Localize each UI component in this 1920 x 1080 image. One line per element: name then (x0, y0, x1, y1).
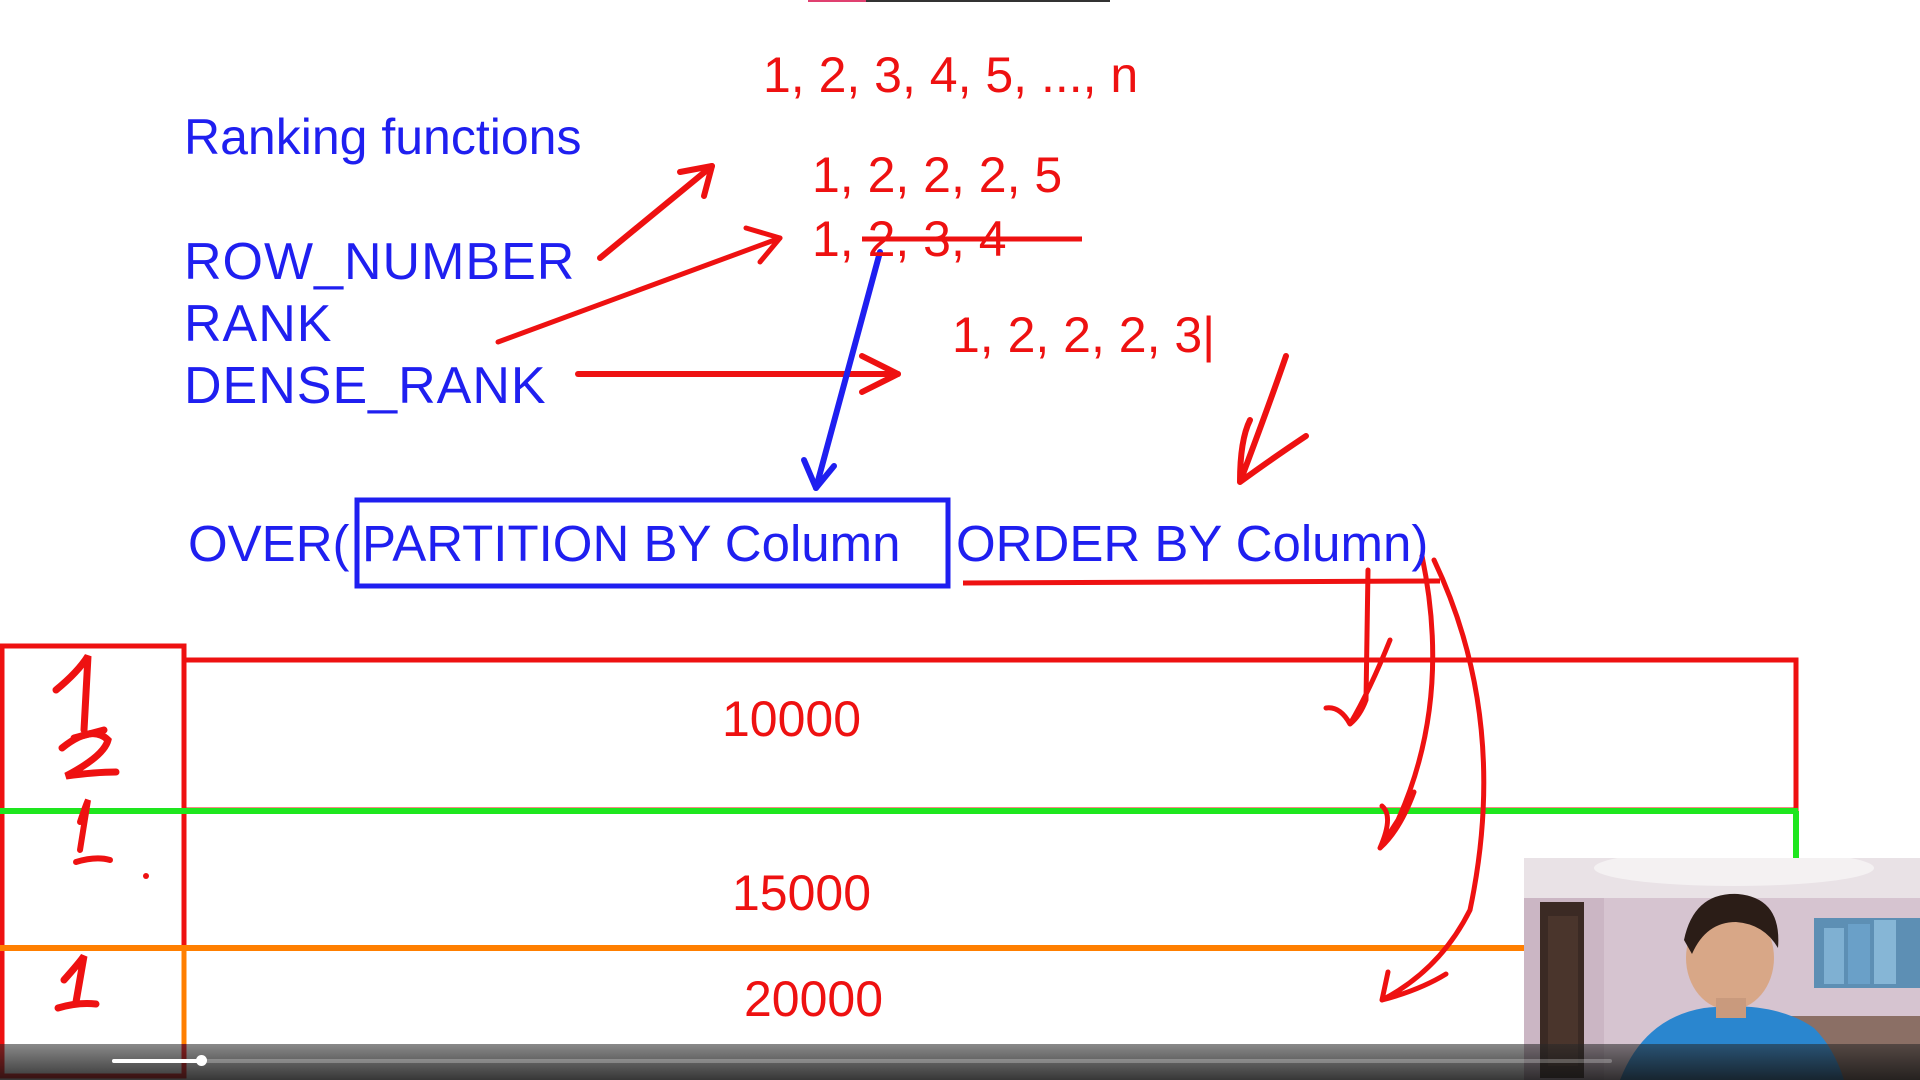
time-remaining: -2:48:43 (1636, 10, 1684, 26)
exit-fullscreen-icon[interactable] (1872, 0, 1912, 36)
value-row-1: 10000 (722, 691, 862, 747)
seek-bar[interactable] (112, 1059, 1612, 1063)
pause-icon[interactable] (10, 0, 40, 36)
speed-increase-icon[interactable]: + (1752, 0, 1774, 36)
sequence-dense-rank: 1, 2, 2, 2, 3| (952, 307, 1216, 363)
value-row-3: 20000 (744, 971, 884, 1027)
quality-selector[interactable]: auto (1782, 0, 1805, 36)
function-row-number: ROW_NUMBER (184, 233, 576, 291)
sequence-partition-example: 1, 2, 3, 4 (812, 211, 1007, 267)
over-keyword: OVER( (188, 515, 350, 572)
row-10000-box (181, 657, 1799, 813)
value-row-2: 15000 (732, 865, 872, 921)
partition-by-clause: PARTITION BY Column (362, 515, 901, 572)
function-rank: RANK (184, 295, 333, 353)
function-dense-rank: DENSE_RANK (184, 357, 547, 415)
sequence-rank: 1, 2, 2, 2, 5 (812, 147, 1063, 203)
speed-decrease-icon[interactable]: − (1690, 0, 1712, 36)
order-by-clause: ORDER BY Column) (956, 515, 1429, 572)
volume-icon[interactable] (60, 0, 92, 36)
video-frame[interactable]: Ranking functions ROW_NUMBER RANK DENSE_… (0, 0, 1920, 1080)
slide-title: Ranking functions (184, 109, 582, 165)
sequence-row-number: 1, 2, 3, 4, 5, ..., n (763, 47, 1139, 103)
playback-speed[interactable]: 1x (1722, 0, 1739, 36)
seek-bar-played (112, 1059, 200, 1063)
seek-handle[interactable] (196, 1055, 207, 1066)
picture-in-picture-icon[interactable] (1832, 0, 1860, 36)
